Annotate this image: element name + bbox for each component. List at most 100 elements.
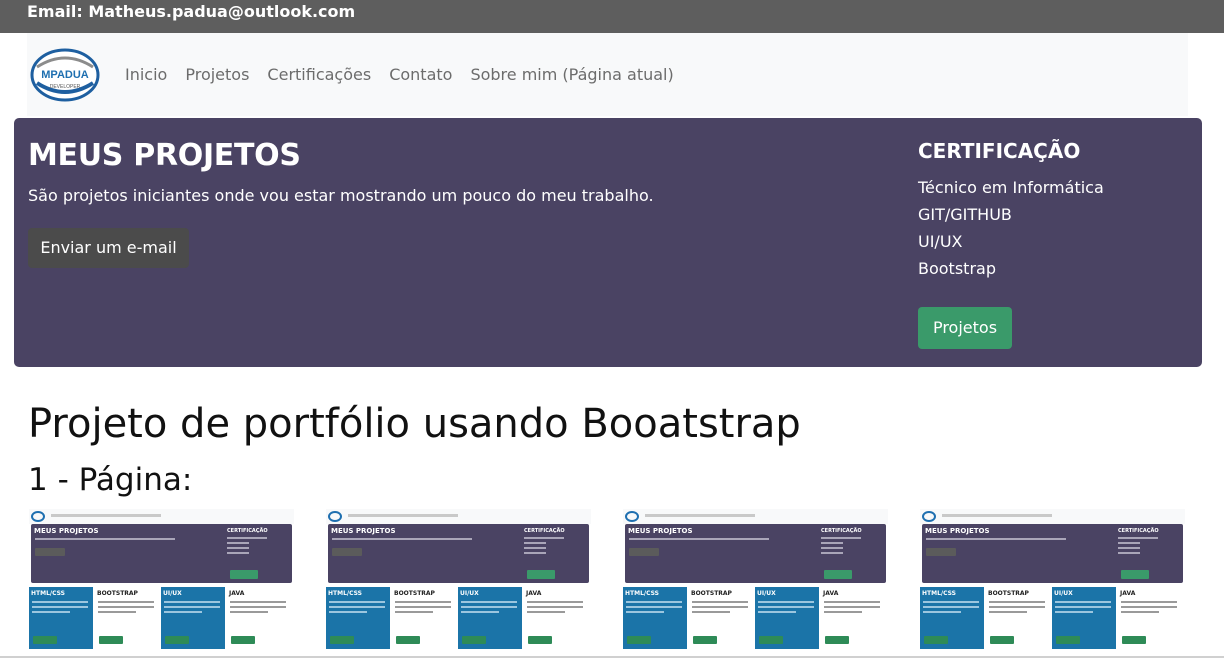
thumbnail-text-line <box>626 601 682 603</box>
thumbnail-text-line <box>524 552 546 554</box>
thumbnail-card: BOOTSTRAP <box>95 587 159 649</box>
thumbnail-navbar <box>326 509 591 524</box>
thumbnail-text-line <box>1118 542 1140 544</box>
thumbnail-text-line <box>227 547 249 549</box>
thumbnail-card-title: JAVA <box>1120 590 1136 597</box>
thumbnail-text-line <box>821 542 843 544</box>
thumbnail-email-button <box>332 548 362 556</box>
thumbnail-text-line <box>1118 547 1140 549</box>
thumbnail-email-button <box>35 548 65 556</box>
thumbnail-card-button <box>1122 636 1146 644</box>
thumbnail-text-line <box>332 538 472 540</box>
logo-text: MPADUA <box>41 69 89 81</box>
project-screenshot-thumbnail[interactable]: MEUS PROJETOS CERTIFICAÇÃO HTML/CSS BOOTSTR… <box>326 509 591 649</box>
thumbnail-text-line <box>98 611 136 613</box>
thumbnail-card-button <box>231 636 255 644</box>
thumbnail-text-line <box>461 611 499 613</box>
thumbnail-card: JAVA <box>227 587 291 649</box>
logo[interactable]: MPADUA DEVELOPER <box>29 47 101 103</box>
thumbnail-projects-button <box>230 570 258 579</box>
thumbnail-text-line <box>692 606 748 608</box>
project-screenshot-thumbnail[interactable]: MEUS PROJETOS CERTIFICAÇÃO HTML/CSS BOOTSTR… <box>623 509 888 649</box>
thumbnail-email-button <box>629 548 659 556</box>
thumbnail-card: HTML/CSS <box>326 587 390 649</box>
thumbnail-text-line <box>98 601 154 603</box>
nav-link-certificacoes[interactable]: Certificações <box>267 65 371 85</box>
nav-link-contato[interactable]: Contato <box>389 65 452 85</box>
thumbnail-card-button <box>627 636 651 644</box>
thumbnail-text-line <box>1121 611 1159 613</box>
thumbnail-cert-title: CERTIFICAÇÃO <box>524 528 565 534</box>
project-screenshot-thumbnail[interactable]: MEUS PROJETOS CERTIFICAÇÃO HTML/CSS BOOTSTR… <box>920 509 1185 649</box>
projects-button[interactable]: Projetos <box>918 307 1012 349</box>
thumbnail-text-line <box>164 606 220 608</box>
thumbnail-text-line <box>524 542 546 544</box>
thumbnail-text-line <box>35 538 175 540</box>
thumbnail-text-line <box>989 606 1045 608</box>
nav-link-sobre-mim[interactable]: Sobre mim (Página atual) <box>470 65 673 85</box>
thumbnail-card-button <box>924 636 948 644</box>
thumbnail-card-title: UI/UX <box>163 590 182 597</box>
thumbnail-card: UI/UX <box>458 587 522 649</box>
thumbnail-text-line <box>230 611 268 613</box>
page-subtitle: 1 - Página: <box>28 462 193 498</box>
page-title: Projeto de portfólio usando Booatstrap <box>28 401 801 447</box>
thumbnail-text-line <box>758 601 814 603</box>
send-email-button[interactable]: Enviar um e-mail <box>28 228 189 268</box>
thumbnail-logo-icon <box>328 511 342 522</box>
thumbnail-projects-button <box>1121 570 1149 579</box>
thumbnail-card: BOOTSTRAP <box>392 587 456 649</box>
thumbnail-card: HTML/CSS <box>623 587 687 649</box>
thumbnail-text-line <box>230 606 286 608</box>
thumbnail-text-line <box>524 537 564 539</box>
certification-item: GIT/GITHUB <box>918 205 1012 224</box>
thumbnail-text-line <box>758 611 796 613</box>
thumbnail-card-button <box>759 636 783 644</box>
thumbnail-text-line <box>98 606 154 608</box>
thumbnail-projects-button <box>527 570 555 579</box>
thumbnail-card: JAVA <box>524 587 588 649</box>
thumbnail-card-title: HTML/CSS <box>922 590 956 597</box>
thumbnail-projects-button <box>824 570 852 579</box>
navbar: MPADUA DEVELOPER Inicio Projetos Certifi… <box>27 33 1188 116</box>
thumbnail-card-title: BOOTSTRAP <box>394 590 435 597</box>
thumbnail-card: JAVA <box>821 587 885 649</box>
thumbnail-text-line <box>527 611 565 613</box>
thumbnail-nav-text <box>645 514 755 517</box>
thumbnail-nav-text <box>51 514 161 517</box>
thumbnail-text-line <box>824 606 880 608</box>
thumbnail-text-line <box>821 537 861 539</box>
thumbnail-text-line <box>758 606 814 608</box>
nav-link-inicio[interactable]: Inicio <box>125 65 167 85</box>
thumbnail-text-line <box>164 601 220 603</box>
thumbnail-hero: MEUS PROJETOS CERTIFICAÇÃO <box>625 524 886 583</box>
nav-link-projetos[interactable]: Projetos <box>185 65 249 85</box>
thumbnail-card: HTML/CSS <box>29 587 93 649</box>
thumbnail-card-title: UI/UX <box>757 590 776 597</box>
thumbnail-text-line <box>395 601 451 603</box>
project-screenshot-thumbnail[interactable]: MEUS PROJETOS CERTIFICAÇÃO HTML/CSS BOOTSTR… <box>29 509 294 649</box>
screenshot-gallery: MEUS PROJETOS CERTIFICAÇÃO HTML/CSS BOOTSTR… <box>0 505 1224 658</box>
thumbnail-text-line <box>1055 601 1111 603</box>
thumbnail-card-title: UI/UX <box>460 590 479 597</box>
thumbnail-card: JAVA <box>1118 587 1182 649</box>
thumbnail-hero-title: MEUS PROJETOS <box>34 527 99 535</box>
thumbnail-text-line <box>395 606 451 608</box>
thumbnail-text-line <box>824 601 880 603</box>
thumbnail-card-button <box>462 636 486 644</box>
thumbnail-card-button <box>396 636 420 644</box>
thumbnail-cert-title: CERTIFICAÇÃO <box>1118 528 1159 534</box>
thumbnail-text-line <box>1118 537 1158 539</box>
thumbnail-card-title: BOOTSTRAP <box>691 590 732 597</box>
thumbnail-logo-icon <box>31 511 45 522</box>
thumbnail-text-line <box>461 601 517 603</box>
thumbnail-card-button <box>330 636 354 644</box>
thumbnail-card-button <box>990 636 1014 644</box>
hero-title: MEUS PROJETOS <box>28 138 301 173</box>
thumbnail-text-line <box>1055 606 1111 608</box>
thumbnail-card: UI/UX <box>1052 587 1116 649</box>
thumbnail-card-title: BOOTSTRAP <box>988 590 1029 597</box>
thumbnail-text-line <box>1055 611 1093 613</box>
thumbnail-card-button <box>165 636 189 644</box>
thumbnail-text-line <box>1121 601 1177 603</box>
